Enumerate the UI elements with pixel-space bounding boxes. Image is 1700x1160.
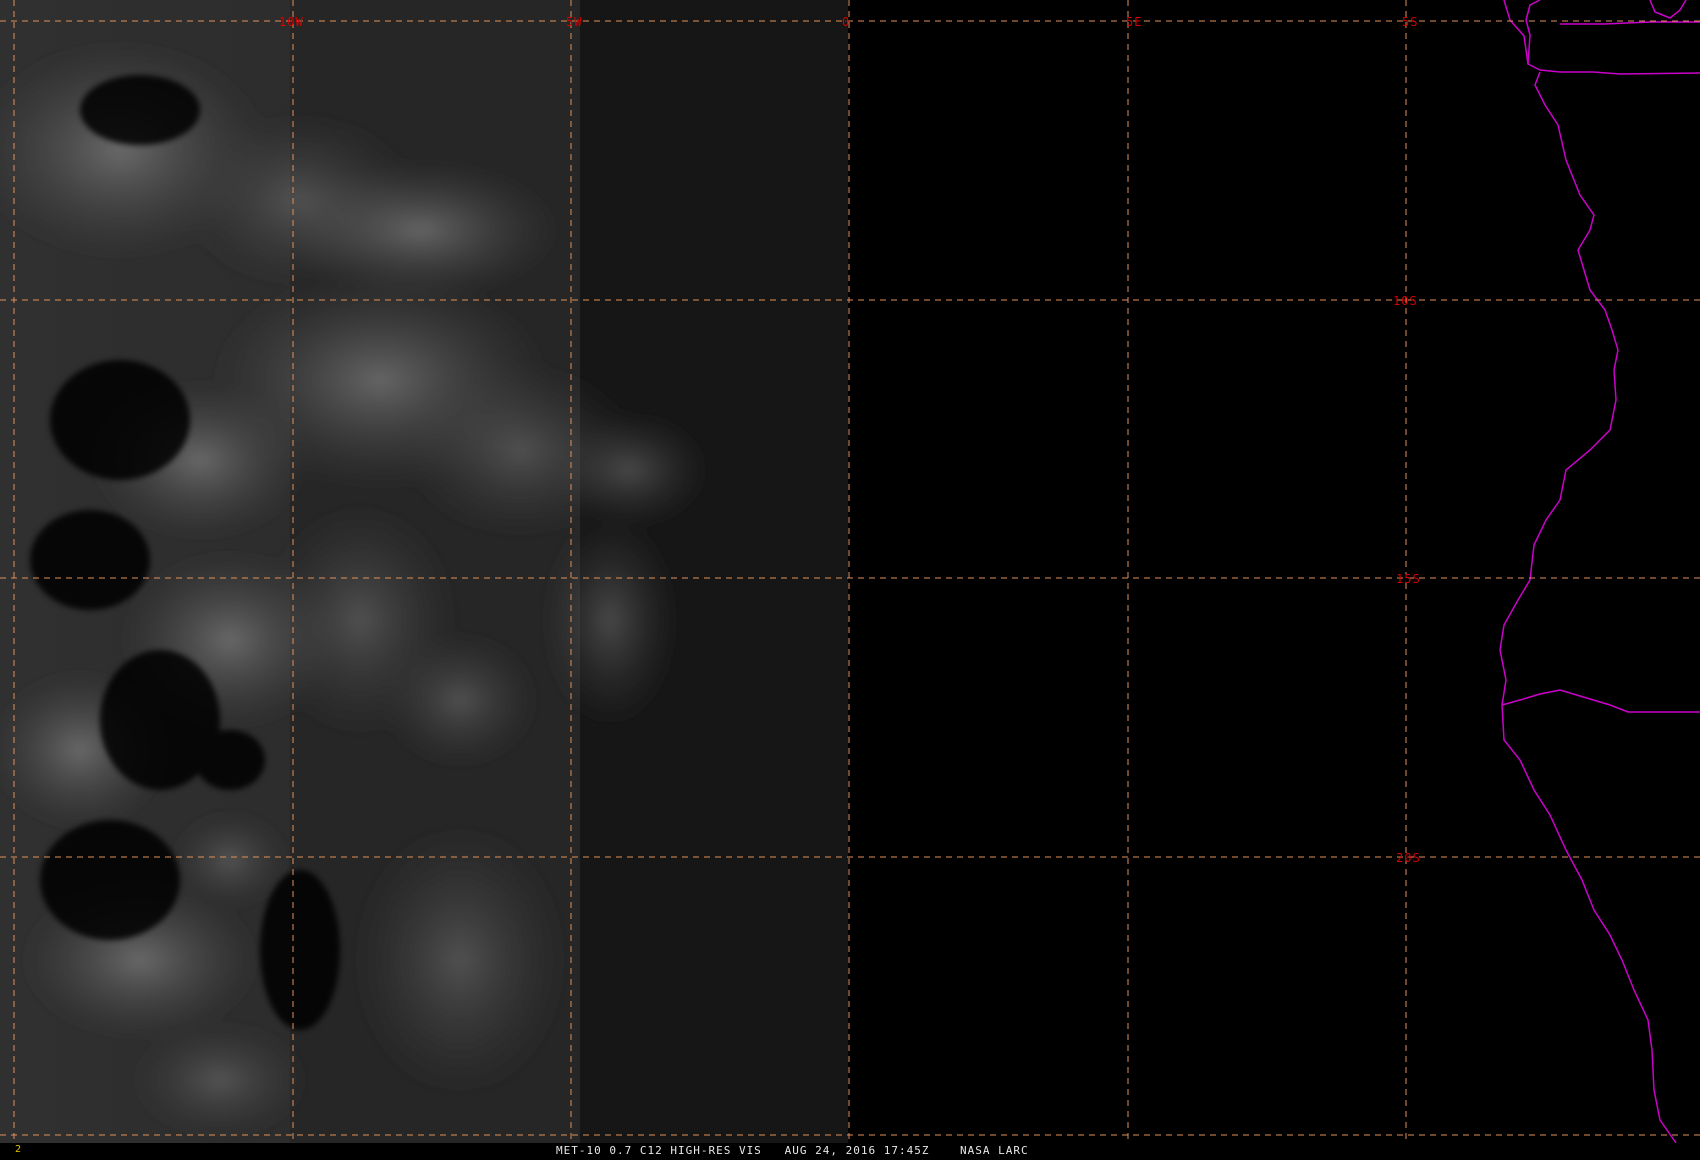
latitude-label-15s: 15S (1396, 572, 1421, 586)
latitude-label-10s: 10S (1393, 294, 1418, 308)
longitude-label-5e: 5E (1126, 15, 1142, 29)
longitude-label-10w: 10W (279, 15, 304, 29)
latitude-label-5s: 5S (1402, 15, 1418, 29)
satellite-map: 10W 5W 0 5E 5S 10S 15S 20S (0, 0, 1700, 1144)
longitude-label-0: 0 (842, 15, 850, 29)
frame-number: 2 (15, 1144, 22, 1155)
latitude-label-20s: 20S (1396, 851, 1421, 865)
longitude-label-5w: 5W (566, 15, 582, 29)
image-footer: 2 MET-10 0.7 C12 HIGH-RES VIS AUG 24, 20… (0, 1143, 1700, 1160)
satellite-caption: MET-10 0.7 C12 HIGH-RES VIS AUG 24, 2016… (556, 1144, 1029, 1157)
daylight-imagery (0, 0, 848, 1143)
